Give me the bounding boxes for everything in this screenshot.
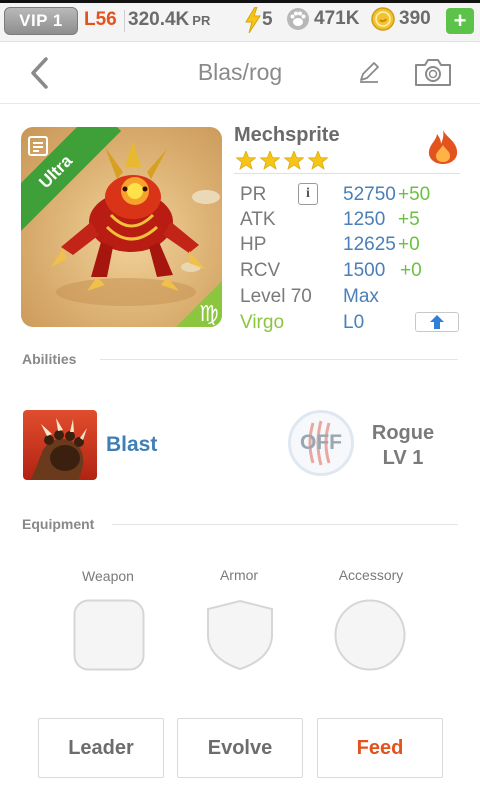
coin-counter[interactable]: 390 <box>371 7 431 31</box>
power-rating-unit: PR <box>192 13 211 28</box>
player-level: L56 <box>84 9 117 30</box>
paw-points-counter[interactable]: 471K <box>286 7 359 31</box>
paw-icon <box>287 8 309 30</box>
stat-label: HP <box>240 234 267 255</box>
stat-bonus: +5 <box>398 209 420 230</box>
vip-badge[interactable]: VIP 1 <box>4 7 78 35</box>
fire-element-icon <box>428 130 458 164</box>
coin-icon <box>371 7 395 31</box>
stat-value: 1250 <box>343 209 386 230</box>
class-info: Rogue LV 1 <box>362 421 444 471</box>
paw-points-value: 471K <box>314 8 360 29</box>
section-divider <box>100 359 458 360</box>
status-bar: VIP 1 L56 320.4K PR 5 471K 390 + <box>0 0 480 42</box>
level-row: Level 70 Max <box>240 286 460 310</box>
status-accent-line <box>0 0 480 3</box>
armor-slot[interactable] <box>204 599 276 671</box>
energy-value: 5 <box>262 9 273 30</box>
accessory-slot[interactable] <box>334 599 406 671</box>
pet-portrait[interactable]: Ultra ♍ <box>21 127 222 327</box>
zodiac-label: Virgo <box>240 312 285 333</box>
ability-name[interactable]: Blast <box>106 433 157 457</box>
document-icon <box>28 136 48 156</box>
stat-value: 52750 <box>343 184 396 205</box>
class-name: Rogue <box>371 422 435 444</box>
section-divider <box>112 524 458 525</box>
stat-bonus: +50 <box>398 184 431 205</box>
evolve-button[interactable]: Evolve <box>177 718 303 778</box>
abilities-header: Abilities <box>22 351 77 367</box>
stat-row-rcv: RCV 1500 +0 <box>240 260 460 284</box>
page-title: Blas/rog <box>197 59 283 85</box>
player-power-rating: 320.4K PR <box>128 9 210 31</box>
level-value: Max <box>343 286 379 307</box>
stat-row-hp: HP 12625 +0 <box>240 234 460 258</box>
stat-label: RCV <box>240 260 281 281</box>
camera-icon[interactable] <box>413 56 453 88</box>
star-rating <box>236 151 328 170</box>
star-icon <box>284 151 304 170</box>
stat-value: 1500 <box>343 260 386 281</box>
armor-label: Armor <box>219 567 259 583</box>
nav-bar: Blas/rog <box>0 42 480 104</box>
divider <box>124 10 125 32</box>
stat-label: ATK <box>240 209 276 230</box>
virgo-zodiac-icon: ♍ <box>176 281 222 327</box>
leader-button[interactable]: Leader <box>38 718 164 778</box>
stat-label: PR <box>240 184 267 205</box>
stat-bonus: +0 <box>400 260 422 281</box>
energy-counter[interactable]: 5 <box>244 7 273 33</box>
svg-text:♍: ♍ <box>199 302 219 327</box>
star-icon <box>260 151 280 170</box>
equipment-header: Equipment <box>22 516 95 532</box>
stat-value: 12625 <box>343 234 396 255</box>
stat-row-atk: ATK 1250 +5 <box>240 209 460 233</box>
claw-icon <box>31 418 87 480</box>
power-rating-value: 320.4K <box>128 9 190 30</box>
lightning-icon <box>245 7 261 33</box>
info-icon[interactable]: i <box>298 183 318 205</box>
class-ability-toggle[interactable]: OFF <box>288 410 354 476</box>
feed-button[interactable]: Feed <box>317 718 443 778</box>
accessory-label: Accessory <box>338 567 404 583</box>
stats-divider <box>234 173 460 174</box>
toggle-label: OFF <box>300 431 342 454</box>
weapon-slot[interactable] <box>73 599 145 671</box>
coin-value: 390 <box>399 8 431 29</box>
weapon-label: Weapon <box>82 568 134 584</box>
zodiac-value: L0 <box>343 312 365 333</box>
pencil-icon[interactable] <box>356 59 382 85</box>
stat-bonus: +0 <box>398 234 420 255</box>
upgrade-button[interactable] <box>415 312 459 332</box>
level-label: Level 70 <box>240 286 312 307</box>
stat-row-pr: PR 52750 +50 <box>240 184 460 208</box>
class-level: LV 1 <box>382 447 424 469</box>
star-icon <box>308 151 328 170</box>
arrow-up-icon <box>430 315 444 329</box>
star-icon <box>236 151 256 170</box>
ability-blast-icon[interactable] <box>23 410 97 480</box>
buy-coins-button[interactable]: + <box>446 8 474 34</box>
pet-name: Mechsprite <box>234 124 340 146</box>
